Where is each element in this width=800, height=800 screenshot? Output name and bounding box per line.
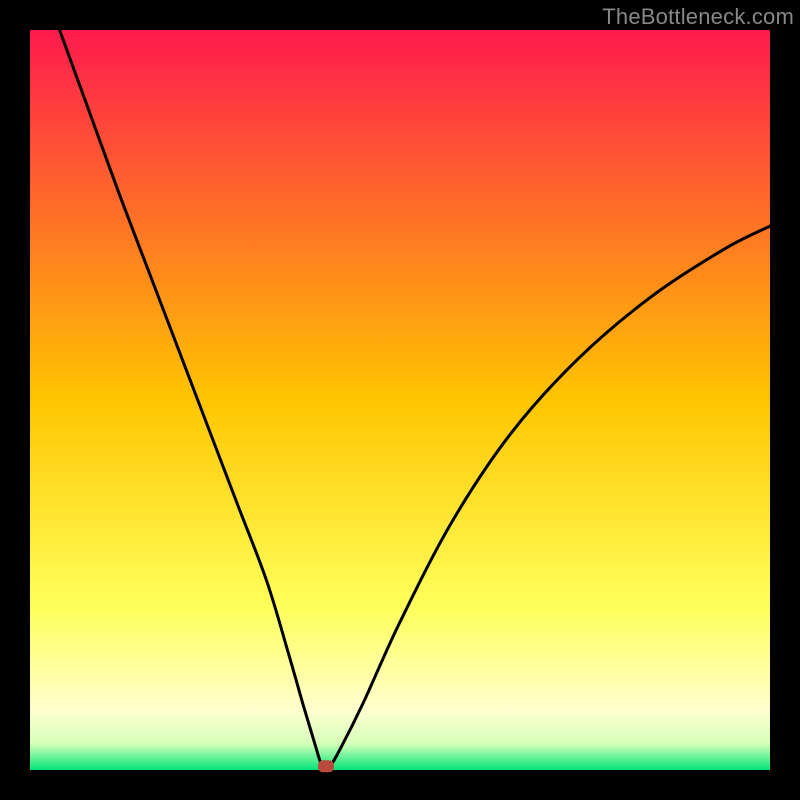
bottleneck-chart xyxy=(0,0,800,800)
plot-background xyxy=(30,30,770,770)
watermark-text: TheBottleneck.com xyxy=(602,4,794,30)
optimal-marker xyxy=(318,760,334,772)
